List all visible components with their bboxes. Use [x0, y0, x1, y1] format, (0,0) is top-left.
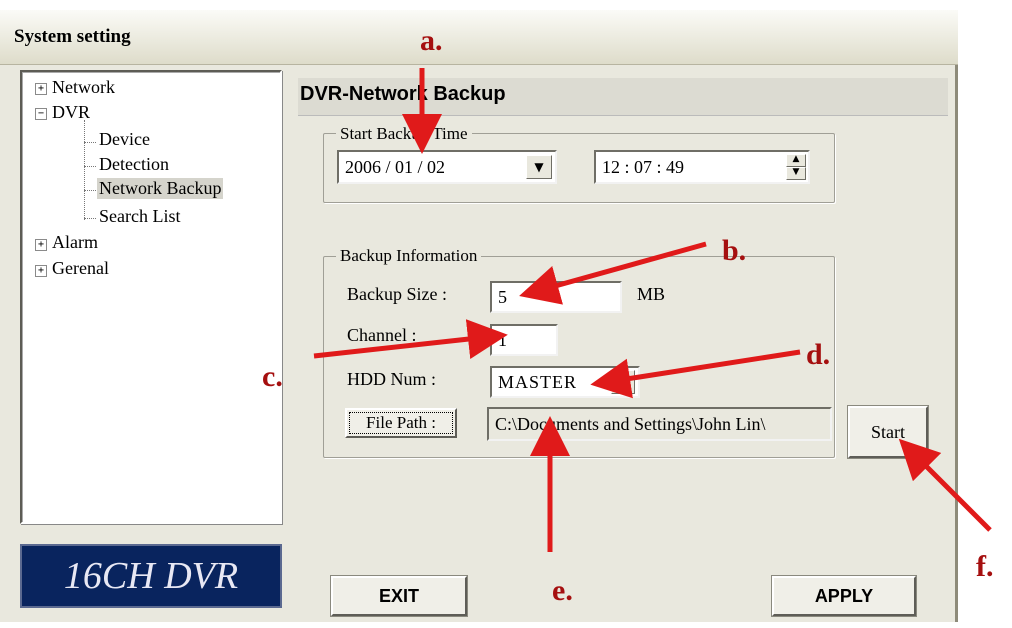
annotation-f: f.: [976, 550, 994, 583]
annotation-a: a.: [420, 24, 443, 57]
arrow-d: [590, 349, 801, 399]
arrow-b: [519, 241, 707, 305]
arrow-c: [313, 319, 508, 359]
annotation-d: d.: [806, 338, 831, 371]
annotation-e: e.: [552, 574, 573, 607]
annotation-b: b.: [722, 234, 747, 267]
arrow-f: [898, 438, 992, 532]
annotation-c: c.: [262, 360, 283, 393]
annotation-arrows: [313, 68, 992, 552]
